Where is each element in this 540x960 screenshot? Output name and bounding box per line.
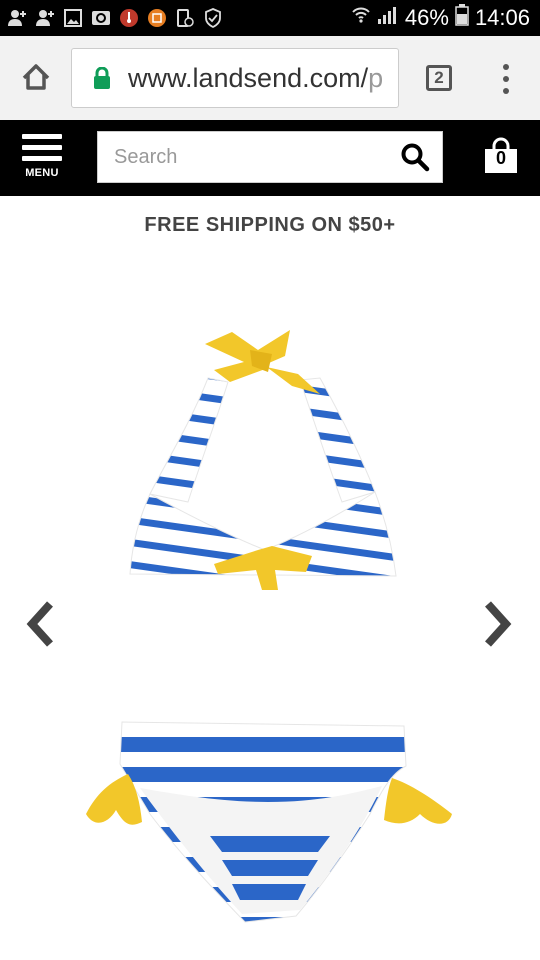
hamburger-icon — [22, 134, 62, 167]
clock: 14:06 — [474, 5, 530, 30]
product-image-carousel[interactable] — [0, 254, 540, 960]
search-icon[interactable] — [400, 142, 430, 172]
browser-toolbar: www.landsend.com/p 2 — [0, 36, 540, 120]
url-text: www.landsend.com/p — [128, 63, 383, 94]
right-side-tie — [384, 778, 452, 824]
url-rest: p — [368, 63, 384, 93]
device-clock-icon — [174, 7, 196, 29]
notification-icons — [6, 5, 224, 31]
product-image — [86, 330, 452, 923]
promo-banner[interactable]: FREE SHIPPING ON $50+ — [0, 196, 540, 254]
battery-icon — [455, 4, 469, 32]
lock-icon — [94, 67, 110, 89]
top-left-strap — [149, 377, 229, 503]
status-right: 46% 14:06 — [351, 0, 530, 36]
cart-button[interactable]: 0 — [483, 136, 519, 176]
url-main: www.landsend.com/ — [128, 63, 369, 93]
previous-image-arrow[interactable] — [24, 600, 56, 648]
gallery-icon — [62, 7, 84, 29]
menu-button[interactable]: MENU — [22, 134, 62, 186]
add-contact-icon — [6, 7, 28, 29]
wifi-icon — [351, 5, 371, 31]
signal-icon — [377, 5, 399, 31]
next-image-arrow[interactable] — [482, 600, 514, 648]
thermometer-icon — [118, 7, 140, 29]
status-bar: 46% 14:06 — [0, 0, 540, 36]
home-icon — [22, 64, 50, 90]
home-button[interactable] — [16, 58, 56, 98]
site-header: MENU 0 — [0, 120, 540, 196]
cart-count: 0 — [495, 148, 506, 168]
cpu-icon — [146, 7, 168, 29]
tab-switcher-button[interactable]: 2 — [426, 65, 452, 91]
search-input[interactable] — [98, 132, 388, 182]
search-box — [97, 131, 443, 183]
menu-label: MENU — [25, 167, 59, 179]
email-icon — [90, 7, 112, 29]
more-options-icon[interactable] — [496, 64, 516, 94]
battery-percent: 46% — [404, 5, 449, 30]
add-contact-icon — [34, 7, 56, 29]
top-right-strap — [299, 377, 376, 503]
shield-check-icon — [202, 7, 224, 29]
address-bar[interactable]: www.landsend.com/p — [71, 48, 399, 108]
promo-text: FREE SHIPPING ON $50+ — [144, 213, 396, 236]
